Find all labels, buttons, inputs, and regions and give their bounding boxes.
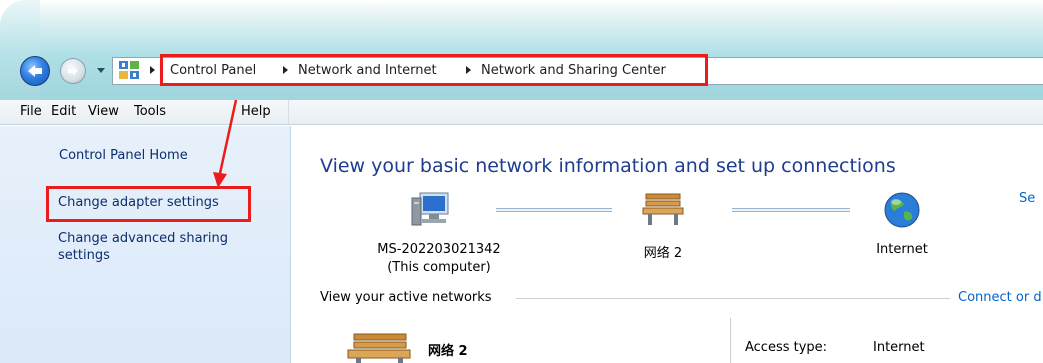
active-networks-heading: View your active networks — [320, 290, 492, 305]
menu-help[interactable]: Help — [241, 104, 271, 119]
back-button[interactable] — [20, 56, 50, 86]
address-annotation-box — [160, 54, 708, 86]
menu-file[interactable]: File — [20, 104, 42, 119]
adapter-settings-annotation-box — [46, 186, 251, 222]
back-arrow-icon — [28, 65, 42, 77]
bench-network-icon — [642, 193, 684, 225]
computer-icon — [411, 192, 449, 226]
connection-line — [732, 208, 850, 212]
details-divider — [730, 318, 731, 363]
control-panel-home-link[interactable]: Control Panel Home — [59, 148, 188, 163]
forward-button[interactable] — [60, 58, 86, 84]
page-title: View your basic network information and … — [320, 155, 896, 177]
access-type-label: Access type: — [745, 340, 828, 355]
menu-view[interactable]: View — [88, 104, 119, 119]
menu-edit[interactable]: Edit — [51, 104, 76, 119]
active-network-bench-icon — [347, 333, 411, 363]
section-divider — [516, 298, 950, 299]
change-advanced-sharing-settings-link[interactable]: Change advanced sharing settings — [58, 230, 258, 264]
connection-line — [496, 208, 612, 212]
connect-or-disconnect-link[interactable]: Connect or d — [958, 290, 1042, 305]
active-network-name[interactable]: 网络 2 — [428, 340, 468, 359]
menu-divider — [288, 100, 289, 125]
menu-tools[interactable]: Tools — [134, 104, 166, 119]
computer-subtitle-label: (This computer) — [387, 260, 491, 275]
internet-label: Internet — [876, 242, 928, 257]
control-panel-icon — [119, 61, 139, 79]
recent-pages-dropdown-icon[interactable] — [94, 63, 108, 77]
computer-name-label: MS-202203021342 — [377, 242, 501, 257]
forward-arrow-icon — [68, 66, 78, 76]
see-full-map-link[interactable]: Se — [1019, 191, 1035, 206]
breadcrumb-separator-icon[interactable] — [150, 66, 155, 74]
globe-internet-icon — [884, 192, 920, 228]
network-name-label: 网络 2 — [643, 246, 683, 261]
access-type-value: Internet — [873, 340, 925, 355]
